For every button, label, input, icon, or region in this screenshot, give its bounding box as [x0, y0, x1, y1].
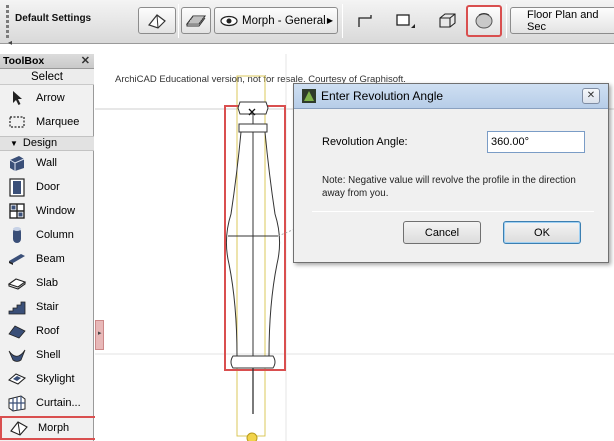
- revolution-angle-label: Revolution Angle:: [322, 136, 408, 148]
- slab-settings-icon: [185, 14, 207, 26]
- box-geometry-button[interactable]: [432, 7, 462, 34]
- tool-label: Roof: [36, 325, 60, 337]
- tool-label: Curtain...: [36, 397, 81, 409]
- tool-label: Wall: [36, 157, 57, 169]
- toolbox-title-text: ToolBox: [3, 55, 45, 67]
- dialog-titlebar[interactable]: Enter Revolution Angle ✕: [294, 84, 608, 109]
- favorites-icon: [147, 13, 166, 29]
- profile-highlight-box: [224, 105, 286, 371]
- tool-roof[interactable]: Roof: [0, 319, 94, 343]
- marquee-icon: [6, 112, 28, 132]
- revolve-icon: [475, 12, 493, 29]
- revolution-note: Note: Negative value will revolve the pr…: [322, 175, 576, 199]
- tool-label: Door: [36, 181, 60, 193]
- slab-icon: [6, 273, 28, 293]
- polyline-geometry-button[interactable]: [350, 7, 380, 34]
- origin-marker-icon: [246, 432, 258, 441]
- tool-label: Column: [36, 229, 74, 241]
- curtain-wall-icon: [6, 393, 28, 413]
- profile-collar: [238, 123, 268, 133]
- archicad-app-icon: [302, 89, 316, 103]
- column-icon: [6, 225, 28, 245]
- tool-skylight[interactable]: Skylight: [0, 367, 94, 391]
- dialog-close-button[interactable]: ✕: [582, 88, 600, 104]
- collapse-triangle-icon: ▼: [10, 139, 18, 148]
- dropdown-arrow-icon: ▶: [326, 16, 333, 25]
- default-settings-label: Default Settings: [15, 13, 92, 24]
- morph-dropdown-label: Morph - General: [242, 14, 326, 27]
- morph-general-dropdown[interactable]: Morph - General ▶: [214, 7, 338, 34]
- enter-revolution-angle-dialog: Enter Revolution Angle ✕ Revolution Angl…: [293, 83, 609, 263]
- tool-stair[interactable]: Stair: [0, 295, 94, 319]
- tool-wall[interactable]: Wall: [0, 151, 94, 175]
- tool-slab[interactable]: Slab: [0, 271, 94, 295]
- toolbox-panel: ToolBox ✕ Select Arrow Marquee ▼ Design W…: [0, 54, 98, 441]
- tool-label: Window: [36, 205, 76, 217]
- box-icon: [439, 12, 456, 28]
- profile-base: [230, 355, 276, 369]
- toolbox-title[interactable]: ToolBox ✕: [0, 54, 94, 69]
- cancel-button[interactable]: Cancel: [403, 221, 481, 244]
- tool-curtain-wall[interactable]: Curtain...: [0, 391, 94, 415]
- beam-icon: [6, 249, 28, 269]
- rectangle-geometry-button[interactable]: [390, 7, 420, 34]
- tool-marquee[interactable]: Marquee: [0, 110, 94, 134]
- tool-beam[interactable]: Beam: [0, 247, 94, 271]
- tool-label: Arrow: [36, 92, 65, 104]
- design-group-label: Design: [22, 137, 58, 149]
- tool-label: Shell: [36, 349, 61, 361]
- tool-label: Stair: [36, 301, 59, 313]
- toolbar-scroll-left-icon[interactable]: ◂: [8, 38, 38, 48]
- toolbox-close-icon[interactable]: ✕: [81, 54, 90, 69]
- ok-button[interactable]: OK: [503, 221, 581, 244]
- tool-morph[interactable]: Morph: [0, 416, 98, 440]
- tool-label: Beam: [36, 253, 65, 265]
- morph-icon: [8, 418, 30, 438]
- shell-icon: [6, 345, 28, 365]
- stair-icon: [6, 297, 28, 317]
- roof-icon: [6, 321, 28, 341]
- dialog-divider: [312, 211, 594, 212]
- toolbar-grip[interactable]: [3, 3, 12, 41]
- tool-column[interactable]: Column: [0, 223, 94, 247]
- polyline-icon: [358, 14, 372, 27]
- select-header: Select: [0, 69, 94, 85]
- tool-label: Slab: [36, 277, 59, 289]
- selection-settings-button[interactable]: [181, 7, 211, 34]
- dialog-title: Enter Revolution Angle: [321, 89, 444, 103]
- wall-icon: [6, 153, 28, 173]
- skylight-icon: [6, 369, 28, 389]
- tool-label: Marquee: [36, 116, 80, 128]
- top-toolbar: Default Settings ◂ Morph - General ▶ Flo…: [0, 0, 614, 47]
- door-icon: [6, 177, 28, 197]
- tool-window[interactable]: Window: [0, 199, 94, 223]
- design-group-header[interactable]: ▼ Design: [0, 136, 94, 151]
- tool-label: Skylight: [36, 373, 75, 385]
- eye-icon: [220, 15, 238, 26]
- favorites-button[interactable]: [138, 7, 176, 34]
- tool-door[interactable]: Door: [0, 175, 94, 199]
- dialog-body: Revolution Angle: Note: Negative value w…: [300, 114, 602, 257]
- revolution-angle-input[interactable]: [487, 131, 585, 153]
- window-icon: [6, 201, 28, 221]
- revolve-geometry-button[interactable]: [466, 5, 502, 37]
- tool-shell[interactable]: Shell: [0, 343, 94, 367]
- tool-arrow[interactable]: Arrow: [0, 86, 94, 110]
- floor-plan-and-section-button[interactable]: Floor Plan and Sec: [510, 7, 614, 34]
- tool-label: Morph: [38, 422, 70, 434]
- rectangle-icon: [396, 13, 415, 28]
- arrow-icon: [6, 88, 28, 108]
